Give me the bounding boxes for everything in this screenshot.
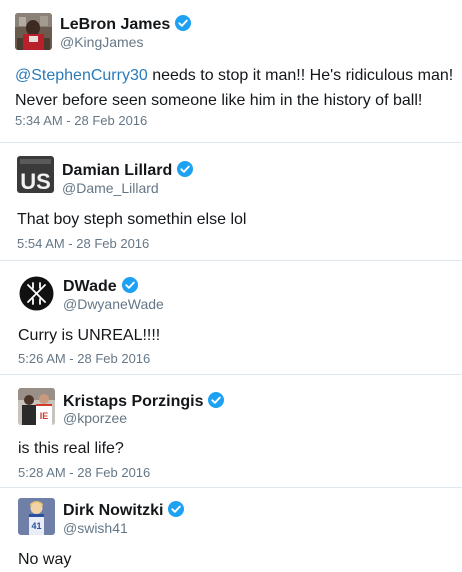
avatar-porzingis[interactable]: IE: [18, 388, 55, 425]
author-name[interactable]: DWade: [63, 277, 138, 296]
verified-badge-icon: [177, 161, 194, 177]
author-name-text[interactable]: Kristaps Porzingis: [63, 393, 203, 410]
avatar-lillard[interactable]: US: [17, 156, 54, 193]
author-name[interactable]: Dirk Nowitzki: [63, 501, 185, 520]
tweet-text: Curry is UNREAL!!!!: [18, 327, 161, 344]
tweet-timestamp[interactable]: 5:34 AM - 28 Feb 2016: [15, 113, 147, 129]
tweet-porzingis: IE Kristaps Porzingis @kporzee is this r…: [0, 375, 462, 487]
tweet-timestamp[interactable]: 5:28 AM - 28 Feb 2016: [18, 465, 150, 481]
svg-text:IE: IE: [40, 411, 49, 421]
verified-badge-icon: [121, 277, 138, 293]
mention-link[interactable]: @StephenCurry30: [15, 67, 148, 84]
tweet-text: is this real life?: [18, 440, 124, 457]
tweet-text: That boy steph somethin else lol: [17, 211, 247, 228]
author-name-text[interactable]: LeBron James: [60, 16, 170, 33]
author-handle[interactable]: @DwyaneWade: [63, 296, 164, 312]
tweet-text-line2: Never before seen someone like him in th…: [15, 92, 423, 109]
author-name[interactable]: LeBron James: [60, 15, 192, 34]
tweet-text: No way: [18, 551, 72, 568]
author-handle[interactable]: @kporzee: [63, 410, 127, 426]
avatar-wade[interactable]: [18, 275, 55, 312]
author-name[interactable]: Damian Lillard: [62, 161, 194, 180]
tweet-nowitzki: 41 Dirk Nowitzki @swish41 No way: [0, 488, 462, 572]
verified-badge-icon: [175, 15, 192, 31]
tweet-lillard: US Damian Lillard @Dame_Lillard That boy…: [0, 143, 462, 259]
tweet-text-line1: needs to stop it man!! He's ridiculous m…: [147, 67, 454, 84]
avatar-lebron[interactable]: [15, 13, 52, 50]
avatar-nowitzki[interactable]: 41: [18, 498, 55, 535]
verified-badge-icon: [208, 392, 225, 408]
author-handle[interactable]: @swish41: [63, 520, 128, 536]
avatar-label: US: [20, 169, 51, 193]
author-name-text[interactable]: Dirk Nowitzki: [63, 502, 163, 519]
author-name-text[interactable]: DWade: [63, 278, 117, 295]
author-handle[interactable]: @KingJames: [60, 34, 143, 50]
tweet-wade: DWade @DwyaneWade Curry is UNREAL!!!! 5:…: [0, 261, 462, 375]
verified-badge-icon: [168, 501, 185, 517]
tweet-lebron: LeBron James @KingJames @StephenCurry30 …: [0, 0, 462, 140]
author-name-text[interactable]: Damian Lillard: [62, 162, 172, 179]
author-handle[interactable]: @Dame_Lillard: [62, 180, 159, 196]
tweet-timestamp[interactable]: 5:54 AM - 28 Feb 2016: [17, 236, 149, 252]
svg-text:41: 41: [31, 521, 41, 531]
tweet-text: @StephenCurry30 needs to stop it man!! H…: [15, 63, 453, 113]
tweet-timestamp[interactable]: 5:26 AM - 28 Feb 2016: [18, 351, 150, 367]
author-name[interactable]: Kristaps Porzingis: [63, 392, 225, 411]
